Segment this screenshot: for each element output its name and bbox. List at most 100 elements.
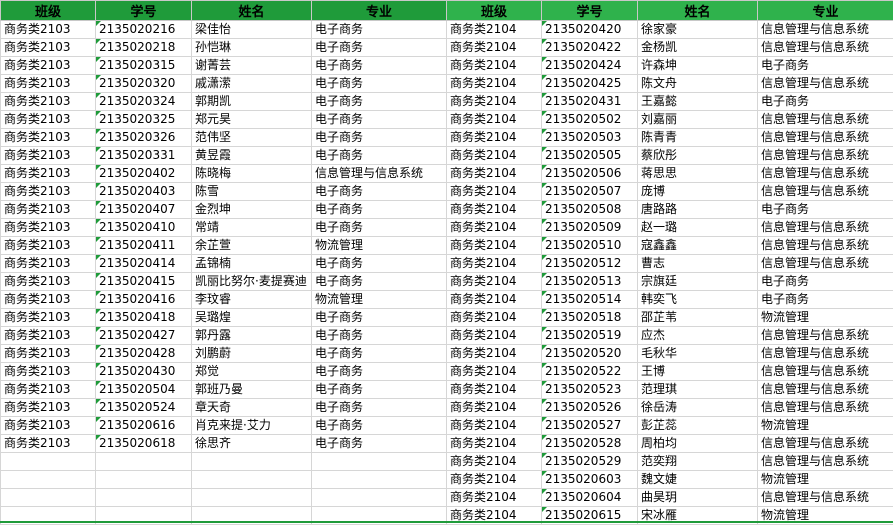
major-cell-left[interactable]: 电子商务 [312, 147, 447, 165]
name-cell-right[interactable]: 徐岳涛 [638, 399, 758, 417]
student-id-cell-right[interactable]: 2135020502 [542, 111, 638, 129]
major-cell-left[interactable]: 电子商务 [312, 219, 447, 237]
class-cell-left[interactable]: 商务类2103 [1, 147, 96, 165]
student-id-cell-left[interactable]: 2135020324 [96, 93, 192, 111]
major-cell-left[interactable]: 电子商务 [312, 435, 447, 453]
major-cell-left[interactable]: 电子商务 [312, 345, 447, 363]
student-id-cell-right[interactable]: 2135020424 [542, 57, 638, 75]
class-cell-left[interactable] [1, 489, 96, 507]
class-cell-right[interactable]: 商务类2104 [447, 39, 542, 57]
class-cell-left[interactable] [1, 471, 96, 489]
class-cell-right[interactable]: 商务类2104 [447, 165, 542, 183]
name-cell-right[interactable]: 陈文舟 [638, 75, 758, 93]
header-id-right[interactable]: 学号 [542, 1, 638, 21]
name-cell-left[interactable]: 戚潇潆 [192, 75, 312, 93]
major-cell-left[interactable]: 电子商务 [312, 39, 447, 57]
header-class-right[interactable]: 班级 [447, 1, 542, 21]
major-cell-left[interactable] [312, 489, 447, 507]
student-id-cell-right[interactable]: 2135020514 [542, 291, 638, 309]
class-cell-right[interactable]: 商务类2104 [447, 471, 542, 489]
student-id-cell-left[interactable]: 2135020326 [96, 129, 192, 147]
major-cell-left[interactable] [312, 471, 447, 489]
name-cell-left[interactable]: 陈晓梅 [192, 165, 312, 183]
student-id-cell-right[interactable]: 2135020431 [542, 93, 638, 111]
class-cell-left[interactable]: 商务类2103 [1, 201, 96, 219]
student-id-cell-left[interactable] [96, 489, 192, 507]
name-cell-right[interactable]: 彭芷蕊 [638, 417, 758, 435]
major-cell-right[interactable]: 信息管理与信息系统 [758, 237, 893, 255]
name-cell-right[interactable]: 曲昊玥 [638, 489, 758, 507]
major-cell-right[interactable]: 信息管理与信息系统 [758, 219, 893, 237]
major-cell-left[interactable]: 电子商务 [312, 93, 447, 111]
student-id-cell-right[interactable]: 2135020603 [542, 471, 638, 489]
name-cell-right[interactable]: 曹志 [638, 255, 758, 273]
class-cell-left[interactable]: 商务类2103 [1, 237, 96, 255]
class-cell-right[interactable]: 商务类2104 [447, 417, 542, 435]
major-cell-left[interactable]: 电子商务 [312, 399, 447, 417]
student-id-cell-left[interactable]: 2135020504 [96, 381, 192, 399]
student-id-cell-right[interactable]: 2135020528 [542, 435, 638, 453]
name-cell-left[interactable]: 郑觉 [192, 363, 312, 381]
student-id-cell-left[interactable]: 2135020418 [96, 309, 192, 327]
major-cell-right[interactable]: 信息管理与信息系统 [758, 345, 893, 363]
name-cell-left[interactable]: 孙恺琳 [192, 39, 312, 57]
student-id-cell-left[interactable]: 2135020430 [96, 363, 192, 381]
major-cell-left[interactable]: 电子商务 [312, 183, 447, 201]
major-cell-left[interactable]: 电子商务 [312, 255, 447, 273]
major-cell-right[interactable]: 信息管理与信息系统 [758, 399, 893, 417]
student-id-cell-right[interactable]: 2135020503 [542, 129, 638, 147]
name-cell-right[interactable]: 金杨凯 [638, 39, 758, 57]
major-cell-left[interactable]: 电子商务 [312, 201, 447, 219]
major-cell-left[interactable]: 电子商务 [312, 381, 447, 399]
class-cell-left[interactable]: 商务类2103 [1, 435, 96, 453]
major-cell-left[interactable]: 物流管理 [312, 237, 447, 255]
header-name-left[interactable]: 姓名 [192, 1, 312, 21]
class-cell-left[interactable]: 商务类2103 [1, 165, 96, 183]
name-cell-right[interactable]: 魏文婕 [638, 471, 758, 489]
name-cell-right[interactable]: 范理琪 [638, 381, 758, 399]
class-cell-left[interactable]: 商务类2103 [1, 327, 96, 345]
name-cell-left[interactable]: 余芷萱 [192, 237, 312, 255]
major-cell-right[interactable]: 电子商务 [758, 273, 893, 291]
class-cell-right[interactable]: 商务类2104 [447, 327, 542, 345]
class-cell-right[interactable]: 商务类2104 [447, 201, 542, 219]
class-cell-right[interactable]: 商务类2104 [447, 75, 542, 93]
student-id-cell-left[interactable]: 2135020616 [96, 417, 192, 435]
name-cell-right[interactable]: 寇鑫鑫 [638, 237, 758, 255]
class-cell-left[interactable] [1, 453, 96, 471]
name-cell-right[interactable]: 周柏均 [638, 435, 758, 453]
name-cell-left[interactable]: 谢菁芸 [192, 57, 312, 75]
name-cell-left[interactable] [192, 471, 312, 489]
student-id-cell-right[interactable]: 2135020523 [542, 381, 638, 399]
name-cell-left[interactable]: 郭期凯 [192, 93, 312, 111]
header-major-left[interactable]: 专业 [312, 1, 447, 21]
major-cell-left[interactable]: 电子商务 [312, 417, 447, 435]
class-cell-right[interactable]: 商务类2104 [447, 453, 542, 471]
student-id-cell-right[interactable]: 2135020422 [542, 39, 638, 57]
major-cell-right[interactable]: 信息管理与信息系统 [758, 381, 893, 399]
class-cell-left[interactable]: 商务类2103 [1, 381, 96, 399]
student-id-cell-right[interactable]: 2135020512 [542, 255, 638, 273]
major-cell-right[interactable]: 信息管理与信息系统 [758, 435, 893, 453]
student-id-cell-left[interactable]: 2135020315 [96, 57, 192, 75]
name-cell-right[interactable]: 毛秋华 [638, 345, 758, 363]
class-cell-left[interactable]: 商务类2103 [1, 345, 96, 363]
name-cell-right[interactable]: 陈青青 [638, 129, 758, 147]
student-id-cell-right[interactable]: 2135020604 [542, 489, 638, 507]
student-id-cell-left[interactable]: 2135020411 [96, 237, 192, 255]
student-id-cell-left[interactable] [96, 471, 192, 489]
student-id-cell-right[interactable]: 2135020519 [542, 327, 638, 345]
class-cell-right[interactable]: 商务类2104 [447, 219, 542, 237]
name-cell-left[interactable]: 徐思齐 [192, 435, 312, 453]
student-id-cell-right[interactable]: 2135020513 [542, 273, 638, 291]
class-cell-left[interactable]: 商务类2103 [1, 417, 96, 435]
student-id-cell-left[interactable]: 2135020415 [96, 273, 192, 291]
major-cell-right[interactable]: 信息管理与信息系统 [758, 327, 893, 345]
class-cell-left[interactable]: 商务类2103 [1, 57, 96, 75]
class-cell-left[interactable]: 商务类2103 [1, 93, 96, 111]
major-cell-right[interactable]: 电子商务 [758, 57, 893, 75]
major-cell-right[interactable]: 信息管理与信息系统 [758, 39, 893, 57]
major-cell-left[interactable]: 电子商务 [312, 309, 447, 327]
name-cell-left[interactable]: 金烈坤 [192, 201, 312, 219]
student-id-cell-left[interactable]: 2135020410 [96, 219, 192, 237]
